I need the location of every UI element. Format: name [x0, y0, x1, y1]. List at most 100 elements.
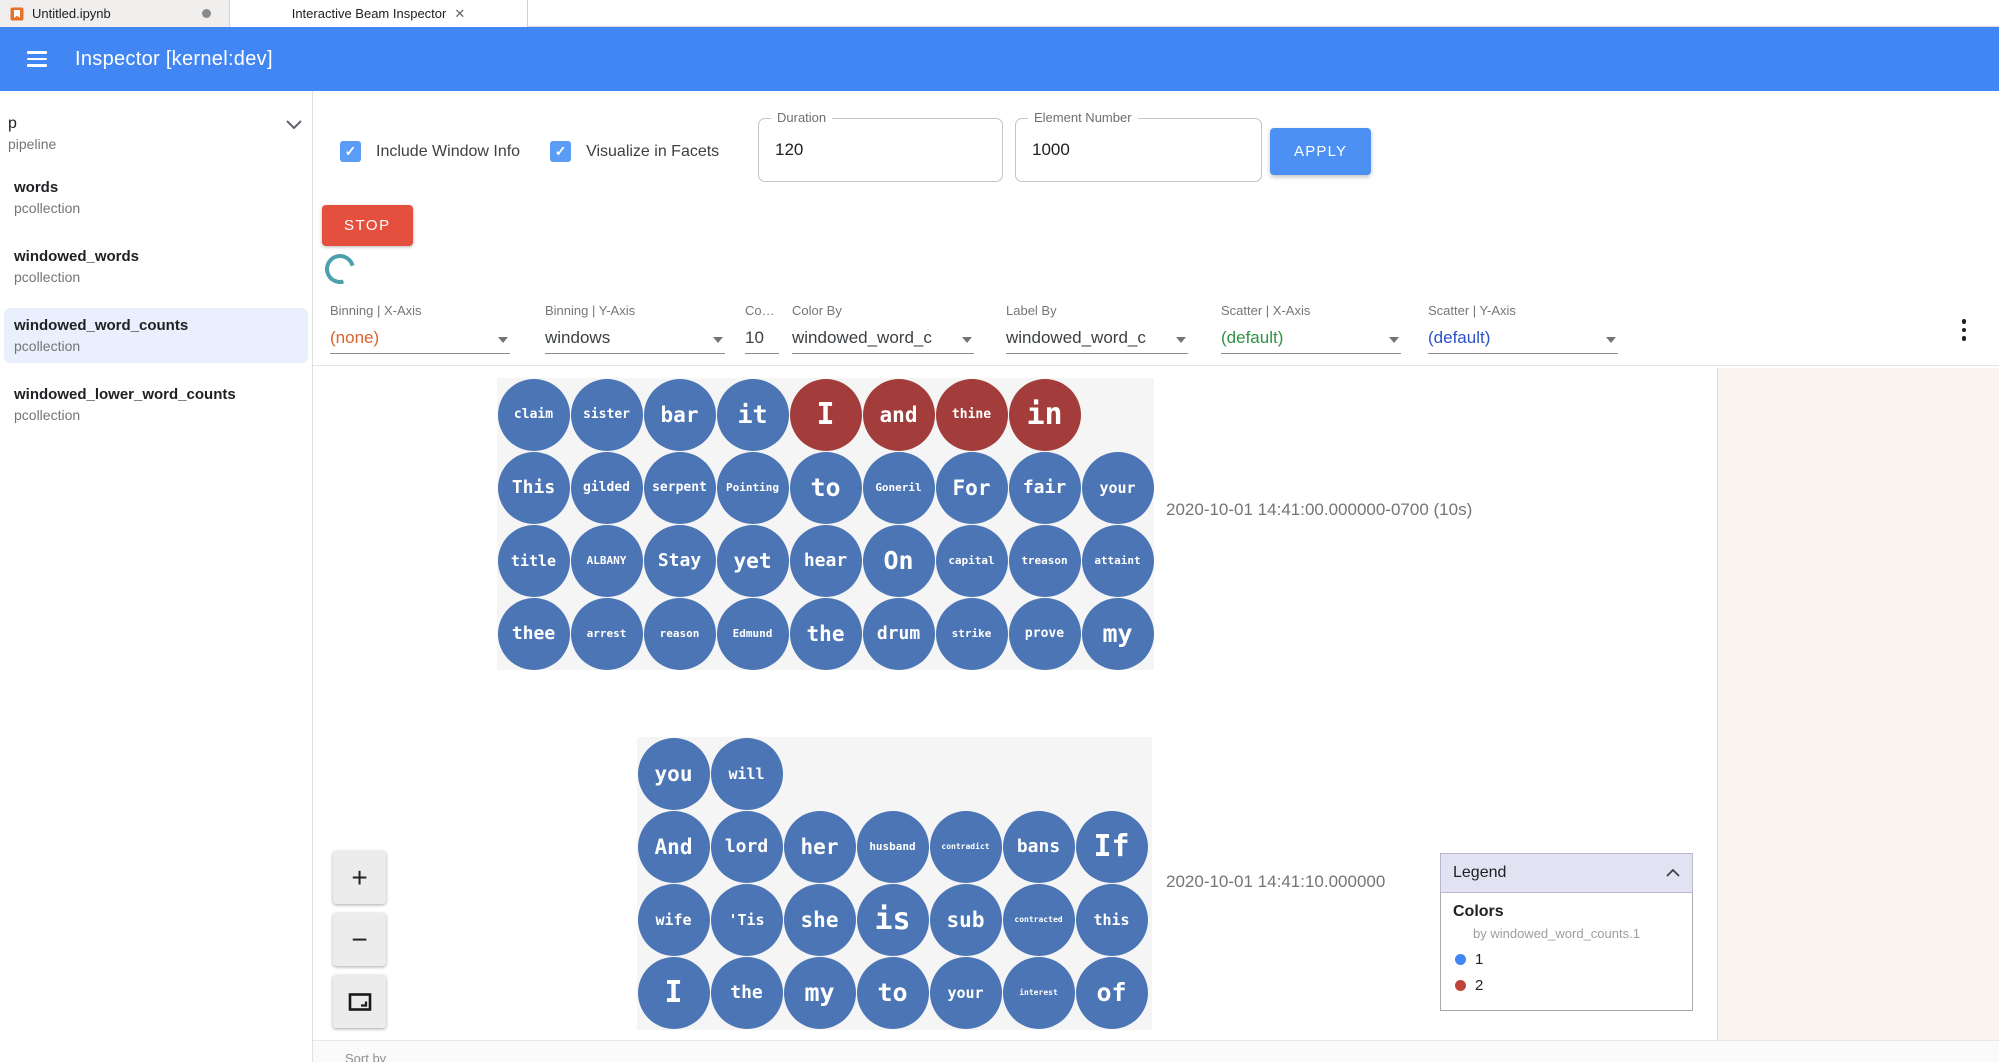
word-bubble[interactable]: your	[1082, 452, 1154, 524]
select-label-by[interactable]: Label Bywindowed_word_c	[1006, 303, 1188, 354]
checkbox-label: Visualize in Facets	[586, 143, 719, 161]
word-bubble[interactable]: wife	[638, 884, 710, 956]
word-bubble[interactable]: I	[790, 379, 862, 451]
word-bubble[interactable]: you	[638, 738, 710, 810]
word-bubble[interactable]: prove	[1009, 598, 1081, 670]
duration-field[interactable]: Duration	[758, 118, 1003, 182]
word-bubble[interactable]: 'Tis	[711, 884, 783, 956]
bubble-row: wife'Tissheissubcontractedthis	[637, 883, 1152, 956]
word-bubble[interactable]: this	[1076, 884, 1148, 956]
select-binning-y-axis[interactable]: Binning | Y-Axiswindows	[545, 303, 725, 354]
legend-panel: Legend Colors by windowed_word_counts.1 …	[1440, 853, 1693, 1011]
tab-untitled-notebook[interactable]: Untitled.ipynb	[0, 0, 230, 27]
word-bubble[interactable]: the	[711, 957, 783, 1029]
word-bubble[interactable]: lord	[711, 811, 783, 883]
word-bubble[interactable]: my	[1082, 598, 1154, 670]
word-bubble[interactable]: reason	[644, 598, 716, 670]
word-bubble[interactable]: gilded	[571, 452, 643, 524]
pipeline-root[interactable]: p pipeline	[0, 91, 312, 152]
select-scatter-y-axis[interactable]: Scatter | Y-Axis(default)	[1428, 303, 1618, 354]
select-color-by[interactable]: Color Bywindowed_word_c	[792, 303, 974, 354]
word-bubble[interactable]: in	[1009, 379, 1081, 451]
word-bubble[interactable]: attaint	[1082, 525, 1154, 597]
right-info-panel	[1717, 368, 1999, 1040]
sidebar-item-windowed-words[interactable]: windowed_wordspcollection	[4, 239, 308, 294]
duration-input[interactable]	[775, 140, 982, 160]
word-bubble[interactable]: husband	[857, 811, 929, 883]
word-bubble[interactable]: will	[711, 738, 783, 810]
word-bubble[interactable]: serpent	[644, 452, 716, 524]
word-bubble[interactable]: I	[638, 957, 710, 1029]
word-bubble[interactable]: thine	[936, 379, 1008, 451]
word-bubble[interactable]: to	[790, 452, 862, 524]
word-bubble[interactable]: ALBANY	[571, 525, 643, 597]
hamburger-menu-icon[interactable]	[27, 51, 47, 67]
word-bubble[interactable]: Goneril	[863, 452, 935, 524]
tab-interactive-beam-inspector[interactable]: Interactive Beam Inspector ✕	[230, 0, 528, 27]
word-bubble[interactable]: contracted	[1003, 884, 1075, 956]
word-bubble[interactable]: sub	[930, 884, 1002, 956]
word-bubble[interactable]: Pointing	[717, 452, 789, 524]
zoom-out-button[interactable]: −	[333, 913, 386, 966]
word-bubble[interactable]: If	[1076, 811, 1148, 883]
word-bubble[interactable]: of	[1076, 957, 1148, 1029]
word-bubble[interactable]: my	[784, 957, 856, 1029]
inspector-page: Untitled.ipynb Interactive Beam Inspecto…	[0, 0, 1999, 1062]
word-bubble[interactable]: contradict	[930, 811, 1002, 883]
word-bubble[interactable]: fair	[1009, 452, 1081, 524]
element-number-input[interactable]	[1032, 140, 1240, 160]
word-bubble[interactable]: title	[498, 525, 570, 597]
word-bubble[interactable]: This	[498, 452, 570, 524]
word-bubble[interactable]: interest	[1003, 957, 1075, 1029]
checkbox-visualize-in-facets[interactable]: ✓	[550, 141, 571, 162]
kebab-menu-icon[interactable]	[1958, 315, 1971, 345]
word-bubble[interactable]: And	[638, 811, 710, 883]
checkbox-include-window-info[interactable]: ✓	[340, 141, 361, 162]
word-bubble[interactable]: thee	[498, 598, 570, 670]
word-bubble[interactable]: is	[857, 884, 929, 956]
select-label: Binning | Y-Axis	[545, 303, 725, 318]
word-bubble[interactable]: and	[863, 379, 935, 451]
word-bubble[interactable]: she	[784, 884, 856, 956]
select-cou[interactable]: Cou…10	[745, 303, 779, 354]
word-bubble[interactable]: treason	[1009, 525, 1081, 597]
word-bubble[interactable]: Stay	[644, 525, 716, 597]
pcollection-type: pcollection	[14, 407, 298, 423]
close-icon[interactable]: ✕	[454, 6, 465, 22]
modified-dot-icon	[202, 9, 211, 18]
word-bubble[interactable]: to	[857, 957, 929, 1029]
word-bubble[interactable]: your	[930, 957, 1002, 1029]
word-bubble[interactable]: her	[784, 811, 856, 883]
zoom-in-button[interactable]: +	[333, 851, 386, 904]
word-bubble[interactable]: sister	[571, 379, 643, 451]
word-bubble[interactable]: hear	[790, 525, 862, 597]
sidebar-item-words[interactable]: wordspcollection	[4, 170, 308, 225]
word-bubble[interactable]: capital	[936, 525, 1008, 597]
apply-button[interactable]: APPLY	[1270, 128, 1371, 175]
sidebar-item-windowed-word-counts[interactable]: windowed_word_countspcollection	[4, 308, 308, 363]
word-bubble[interactable]: yet	[717, 525, 789, 597]
word-bubble[interactable]: drum	[863, 598, 935, 670]
element-number-field[interactable]: Element Number	[1015, 118, 1262, 182]
select-scatter-x-axis[interactable]: Scatter | X-Axis(default)	[1221, 303, 1401, 354]
legend-body: Colors by windowed_word_counts.1 12	[1440, 893, 1693, 1011]
word-bubble[interactable]: bans	[1003, 811, 1075, 883]
stop-button[interactable]: STOP	[322, 205, 413, 246]
word-bubble[interactable]: the	[790, 598, 862, 670]
sidebar-item-windowed-lower-word-counts[interactable]: windowed_lower_word_countspcollection	[4, 377, 308, 432]
dropdown-arrow-icon	[962, 337, 972, 343]
tab-title: Interactive Beam Inspector	[292, 6, 447, 21]
dropdown-arrow-icon	[713, 337, 723, 343]
word-bubble[interactable]: Edmund	[717, 598, 789, 670]
select-binning-x-axis[interactable]: Binning | X-Axis(none)	[330, 303, 510, 354]
word-bubble[interactable]: For	[936, 452, 1008, 524]
word-bubble[interactable]: arrest	[571, 598, 643, 670]
word-bubble[interactable]: strike	[936, 598, 1008, 670]
legend-header[interactable]: Legend	[1440, 853, 1693, 893]
fit-to-screen-button[interactable]	[333, 975, 386, 1028]
word-bubble[interactable]: claim	[498, 379, 570, 451]
bubble-row: ThisgildedserpentPointingtoGonerilForfai…	[497, 451, 1154, 524]
word-bubble[interactable]: bar	[644, 379, 716, 451]
word-bubble[interactable]: it	[717, 379, 789, 451]
word-bubble[interactable]: On	[863, 525, 935, 597]
